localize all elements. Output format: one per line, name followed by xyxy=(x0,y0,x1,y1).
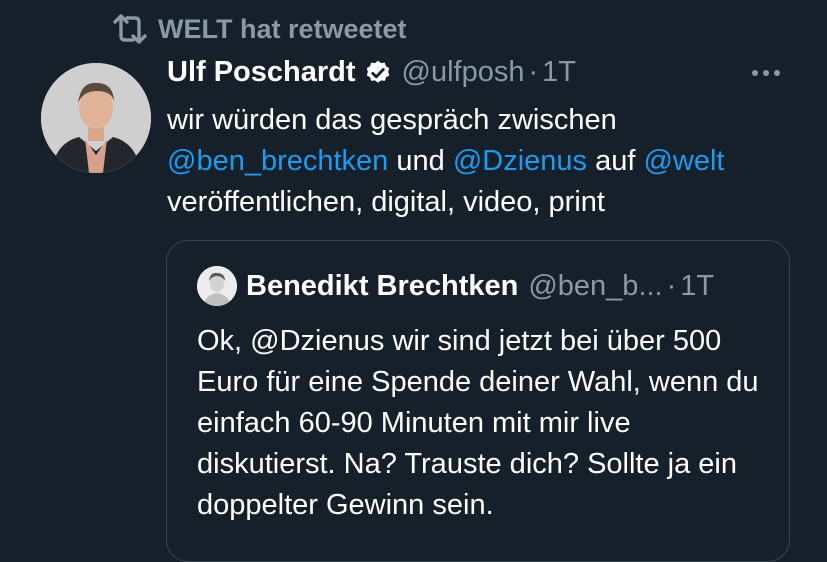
mention-link[interactable]: @ben_brechtken xyxy=(167,145,388,177)
tweet-header: Ulf Poschardt @ulfposh · 1T xyxy=(167,56,576,89)
quoted-avatar-photo xyxy=(197,266,237,306)
quoted-tweet-header: Benedikt Brechtken @ben_b... · 1T xyxy=(197,266,714,306)
mention-link[interactable]: @welt xyxy=(643,145,724,177)
verified-badge-icon xyxy=(366,60,389,83)
author-name[interactable]: Ulf Poschardt xyxy=(167,56,356,89)
quoted-tweet-text: Ok, @Dzienus wir sind jetzt bei über 500… xyxy=(197,325,759,521)
quoted-timestamp[interactable]: 1T xyxy=(680,270,714,303)
avatar-photo xyxy=(41,63,151,173)
retweet-icon xyxy=(113,14,147,44)
quoted-tweet[interactable]: Benedikt Brechtken @ben_b... · 1T Ok, @D… xyxy=(166,240,790,562)
quoted-avatar[interactable] xyxy=(197,266,237,306)
tweet-text-part: und xyxy=(388,145,453,177)
retweet-context[interactable]: WELT hat retweetet xyxy=(112,12,407,46)
author-handle[interactable]: @ulfposh xyxy=(402,56,525,89)
more-options-icon[interactable] xyxy=(752,70,780,76)
tweet-timestamp[interactable]: 1T xyxy=(542,56,576,89)
separator-dot: · xyxy=(666,269,677,302)
avatar[interactable] xyxy=(41,63,151,173)
quoted-author-handle[interactable]: @ben_b... xyxy=(528,270,662,303)
separator-dot: · xyxy=(528,56,539,88)
tweet-text: wir würden das gespräch zwischen @ben_br… xyxy=(167,100,807,223)
retweet-label: WELT hat retweetet xyxy=(158,13,407,44)
tweet-text-part: veröffentlichen, digital, video, print xyxy=(167,186,605,218)
quoted-author-name[interactable]: Benedikt Brechtken xyxy=(246,270,518,303)
tweet-text-part: auf xyxy=(587,145,644,177)
mention-link[interactable]: @Dzienus xyxy=(453,145,587,177)
tweet-text-part: wir würden das gespräch zwischen xyxy=(167,104,617,136)
